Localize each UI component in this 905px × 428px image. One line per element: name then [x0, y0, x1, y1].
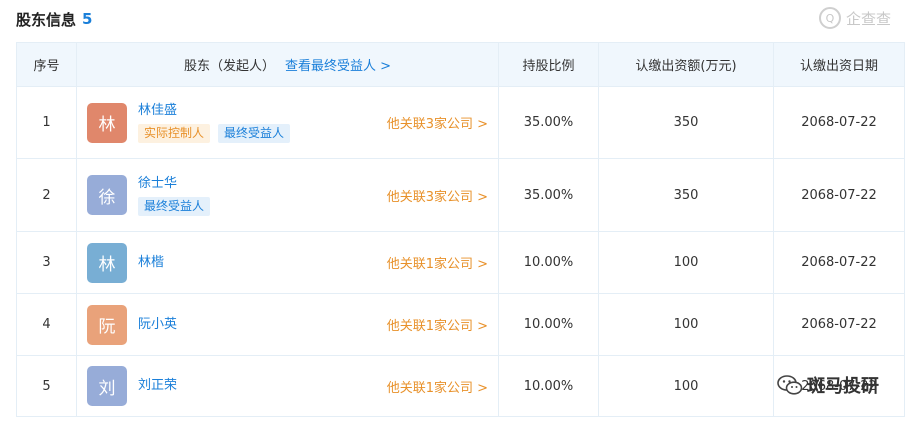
holder-cell: 阮 阮小英 他关联1家公司 > [76, 293, 499, 356]
watermark: 斑马投研 [777, 372, 879, 398]
holder-cell: 徐 徐士华 最终受益人 他关联3家公司 > [76, 158, 499, 232]
brand-name: 企查查 [845, 9, 891, 28]
subscription-date: 2068-07-22 [773, 293, 905, 356]
subscription-date: 2068-07-22 [773, 158, 905, 232]
col-header-index: 序号 [16, 42, 77, 87]
table-header-row: 序号 股东（发起人） 查看最终受益人 > 持股比例 认缴出资额(万元) 认缴出资… [16, 42, 905, 87]
holding-ratio: 10.00% [498, 293, 599, 356]
qichacha-logo-icon: Q [818, 7, 841, 29]
col-header-holder: 股东（发起人） 查看最终受益人 > [76, 42, 499, 87]
avatar[interactable]: 徐 [87, 175, 127, 215]
holder-cell: 林 林楷 他关联1家公司 > [76, 231, 499, 294]
table-row: 3 林 林楷 他关联1家公司 > 10.00% 100 2068-07-22 [16, 231, 905, 294]
related-companies-link[interactable]: 他关联1家公司 > [387, 315, 488, 334]
wechat-icon [777, 375, 803, 395]
holder-name-link[interactable]: 刘正荣 [138, 377, 379, 395]
section-title: 股东信息 [16, 10, 77, 29]
subscribed-capital: 350 [598, 86, 774, 159]
holder-cell: 刘 刘正荣 他关联1家公司 > [76, 355, 499, 417]
holding-ratio: 10.00% [498, 355, 599, 417]
avatar[interactable]: 刘 [87, 366, 127, 406]
brand-logo: Q 企查查 [818, 6, 891, 30]
col-header-date: 认缴出资日期 [773, 42, 905, 87]
holder-name-link[interactable]: 阮小英 [138, 316, 379, 334]
holder-cell: 林 林佳盛 实际控制人 最终受益人 他关联3家公司 > [76, 86, 499, 159]
watermark-text: 斑马投研 [807, 376, 879, 397]
holding-ratio: 35.00% [498, 86, 599, 159]
shareholder-count: 5 [82, 10, 93, 28]
table-row: 1 林 林佳盛 实际控制人 最终受益人 他关联3家公司 > 35.00% 350… [16, 86, 905, 159]
subscription-date: 2068-07-22 [773, 231, 905, 294]
tag-actual-controller: 实际控制人 [138, 124, 211, 143]
row-index: 1 [16, 86, 77, 159]
subscribed-capital: 100 [598, 231, 774, 294]
subscription-date: 2068-07-22 [773, 86, 905, 159]
row-index: 5 [16, 355, 77, 417]
subscribed-capital: 100 [598, 355, 774, 417]
subscribed-capital: 100 [598, 293, 774, 356]
holding-ratio: 35.00% [498, 158, 599, 232]
subscribed-capital: 350 [598, 158, 774, 232]
table-row: 4 阮 阮小英 他关联1家公司 > 10.00% 100 2068-07-22 [16, 293, 905, 356]
tag-ultimate-beneficiary: 最终受益人 [218, 124, 291, 143]
holder-name-link[interactable]: 徐士华 [138, 175, 379, 193]
shareholder-table: 序号 股东（发起人） 查看最终受益人 > 持股比例 认缴出资额(万元) 认缴出资… [16, 42, 905, 417]
related-companies-link[interactable]: 他关联1家公司 > [387, 253, 488, 272]
row-index: 4 [16, 293, 77, 356]
avatar[interactable]: 林 [87, 102, 127, 143]
tag-ultimate-beneficiary: 最终受益人 [138, 196, 211, 216]
related-companies-link[interactable]: 他关联3家公司 > [387, 186, 488, 205]
table-row: 2 徐 徐士华 最终受益人 他关联3家公司 > 35.00% 350 2068-… [16, 158, 905, 232]
holder-name-link[interactable]: 林楷 [138, 254, 379, 272]
related-companies-link[interactable]: 他关联1家公司 > [387, 377, 488, 396]
avatar[interactable]: 林 [87, 242, 127, 283]
table-row: 5 刘 刘正荣 他关联1家公司 > 10.00% 100 2068-07-22 [16, 355, 905, 417]
holding-ratio: 10.00% [498, 231, 599, 294]
related-companies-link[interactable]: 他关联3家公司 > [387, 113, 488, 132]
holder-name-link[interactable]: 林佳盛 [138, 102, 379, 120]
avatar[interactable]: 阮 [87, 304, 127, 345]
col-header-ratio: 持股比例 [498, 42, 599, 87]
row-index: 2 [16, 158, 77, 232]
col-header-capital: 认缴出资额(万元) [598, 42, 774, 87]
view-beneficiary-link[interactable]: 查看最终受益人 > [285, 55, 391, 74]
section-header: 股东信息 5 [16, 8, 92, 30]
holder-header-label: 股东（发起人） [183, 59, 275, 74]
row-index: 3 [16, 231, 77, 294]
